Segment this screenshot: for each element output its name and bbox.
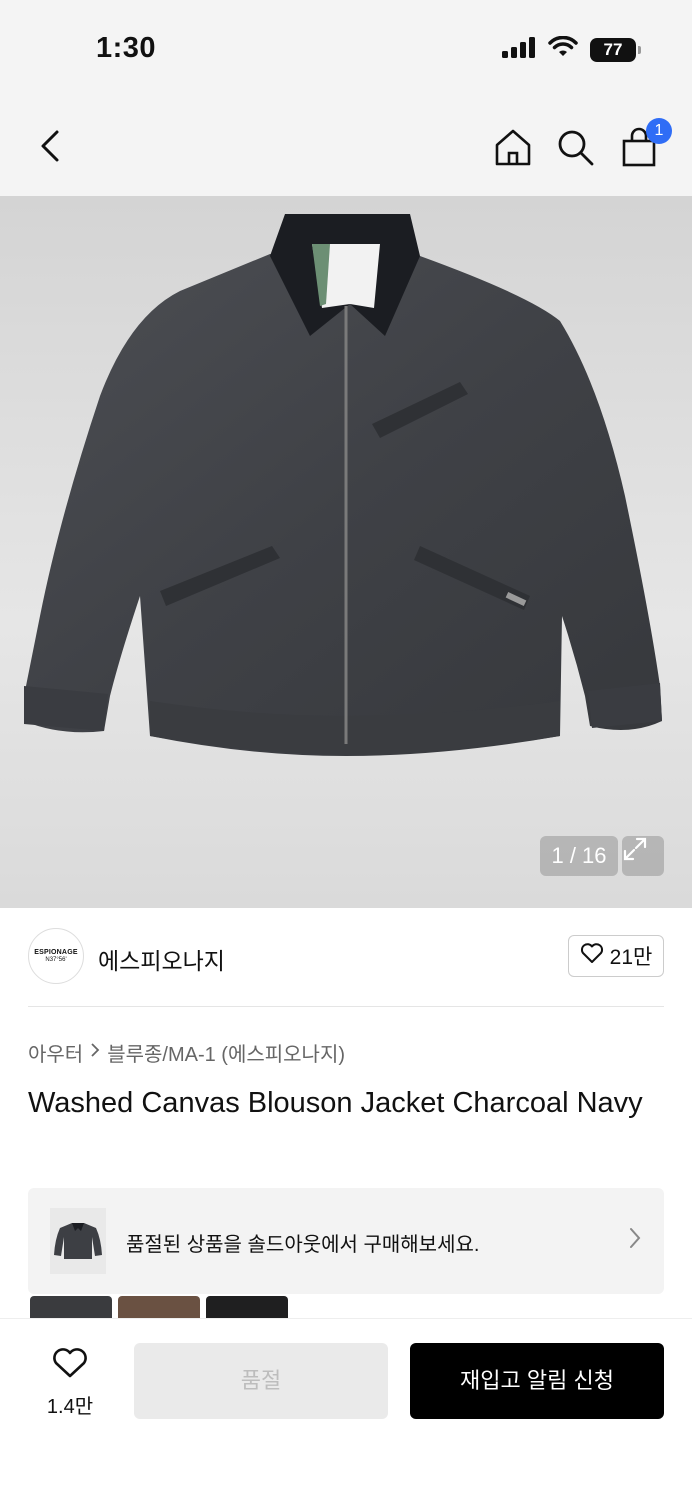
search-button[interactable]: [554, 128, 596, 170]
home-icon: [493, 127, 533, 172]
breadcrumb-subcategory[interactable]: 블루종/MA-1 (에스피오나지): [107, 1038, 345, 1067]
jacket-image: [24, 214, 662, 756]
top-nav-bar: 1: [0, 100, 692, 196]
expand-image-button[interactable]: [622, 836, 664, 876]
color-option-thumbnail[interactable]: [206, 1296, 288, 1318]
product-image-gallery[interactable]: 1 / 16: [0, 196, 692, 908]
status-indicators: 77: [502, 35, 641, 63]
breadcrumb: 아우터 블루종/MA-1 (에스피오나지): [28, 1038, 345, 1067]
signal-icon: [502, 36, 536, 63]
restock-alert-button[interactable]: 재입고 알림 신청: [410, 1343, 664, 1419]
heart-icon: [580, 942, 604, 970]
sold-out-button: 품절: [134, 1343, 388, 1419]
color-option-thumbnail[interactable]: [118, 1296, 200, 1318]
brand-row: ESPIONAGE N37°56' 에스피오나지 21만: [28, 928, 664, 986]
product-title: Washed Canvas Blouson Jacket Charcoal Na…: [28, 1087, 643, 1119]
back-button[interactable]: [30, 128, 70, 168]
brand-logo-text: ESPIONAGE: [34, 949, 78, 956]
divider: [28, 1006, 664, 1007]
brand-logo[interactable]: ESPIONAGE N37°56': [28, 928, 84, 984]
home-button[interactable]: [492, 128, 534, 170]
bottom-action-bar: 1.4만 품절 재입고 알림 신청: [0, 1318, 692, 1500]
chevron-right-icon: [628, 1226, 642, 1255]
wifi-icon: [548, 35, 578, 63]
back-icon: [39, 129, 61, 168]
resale-product-thumbnail: [50, 1208, 106, 1274]
brand-name-link[interactable]: 에스피오나지: [98, 942, 225, 976]
battery-icon: 77: [590, 37, 641, 62]
wishlist-count: 1.4만: [46, 1396, 94, 1418]
resale-banner-text: 품절된 상품을 솔드아웃에서 구매해보세요.: [126, 1234, 480, 1256]
status-bar: 1:30 77: [0, 0, 692, 100]
cart-count-badge: 1: [646, 118, 672, 144]
brand-like-count: 21만: [609, 946, 653, 969]
brand-logo-subtext: N37°56': [45, 957, 67, 963]
breadcrumb-category[interactable]: 아우터: [28, 1038, 83, 1067]
heart-icon: [52, 1347, 88, 1384]
color-option-thumbnail[interactable]: [30, 1296, 112, 1318]
status-time: 1:30: [96, 32, 157, 64]
wishlist-button[interactable]: 1.4만: [36, 1347, 104, 1418]
brand-like-button[interactable]: 21만: [568, 935, 664, 977]
chevron-right-icon: [89, 1041, 101, 1064]
image-counter: 1 / 16: [540, 836, 618, 876]
resale-banner[interactable]: 품절된 상품을 솔드아웃에서 구매해보세요.: [28, 1188, 664, 1294]
cart-button[interactable]: 1: [618, 118, 672, 170]
search-icon: [555, 127, 595, 172]
